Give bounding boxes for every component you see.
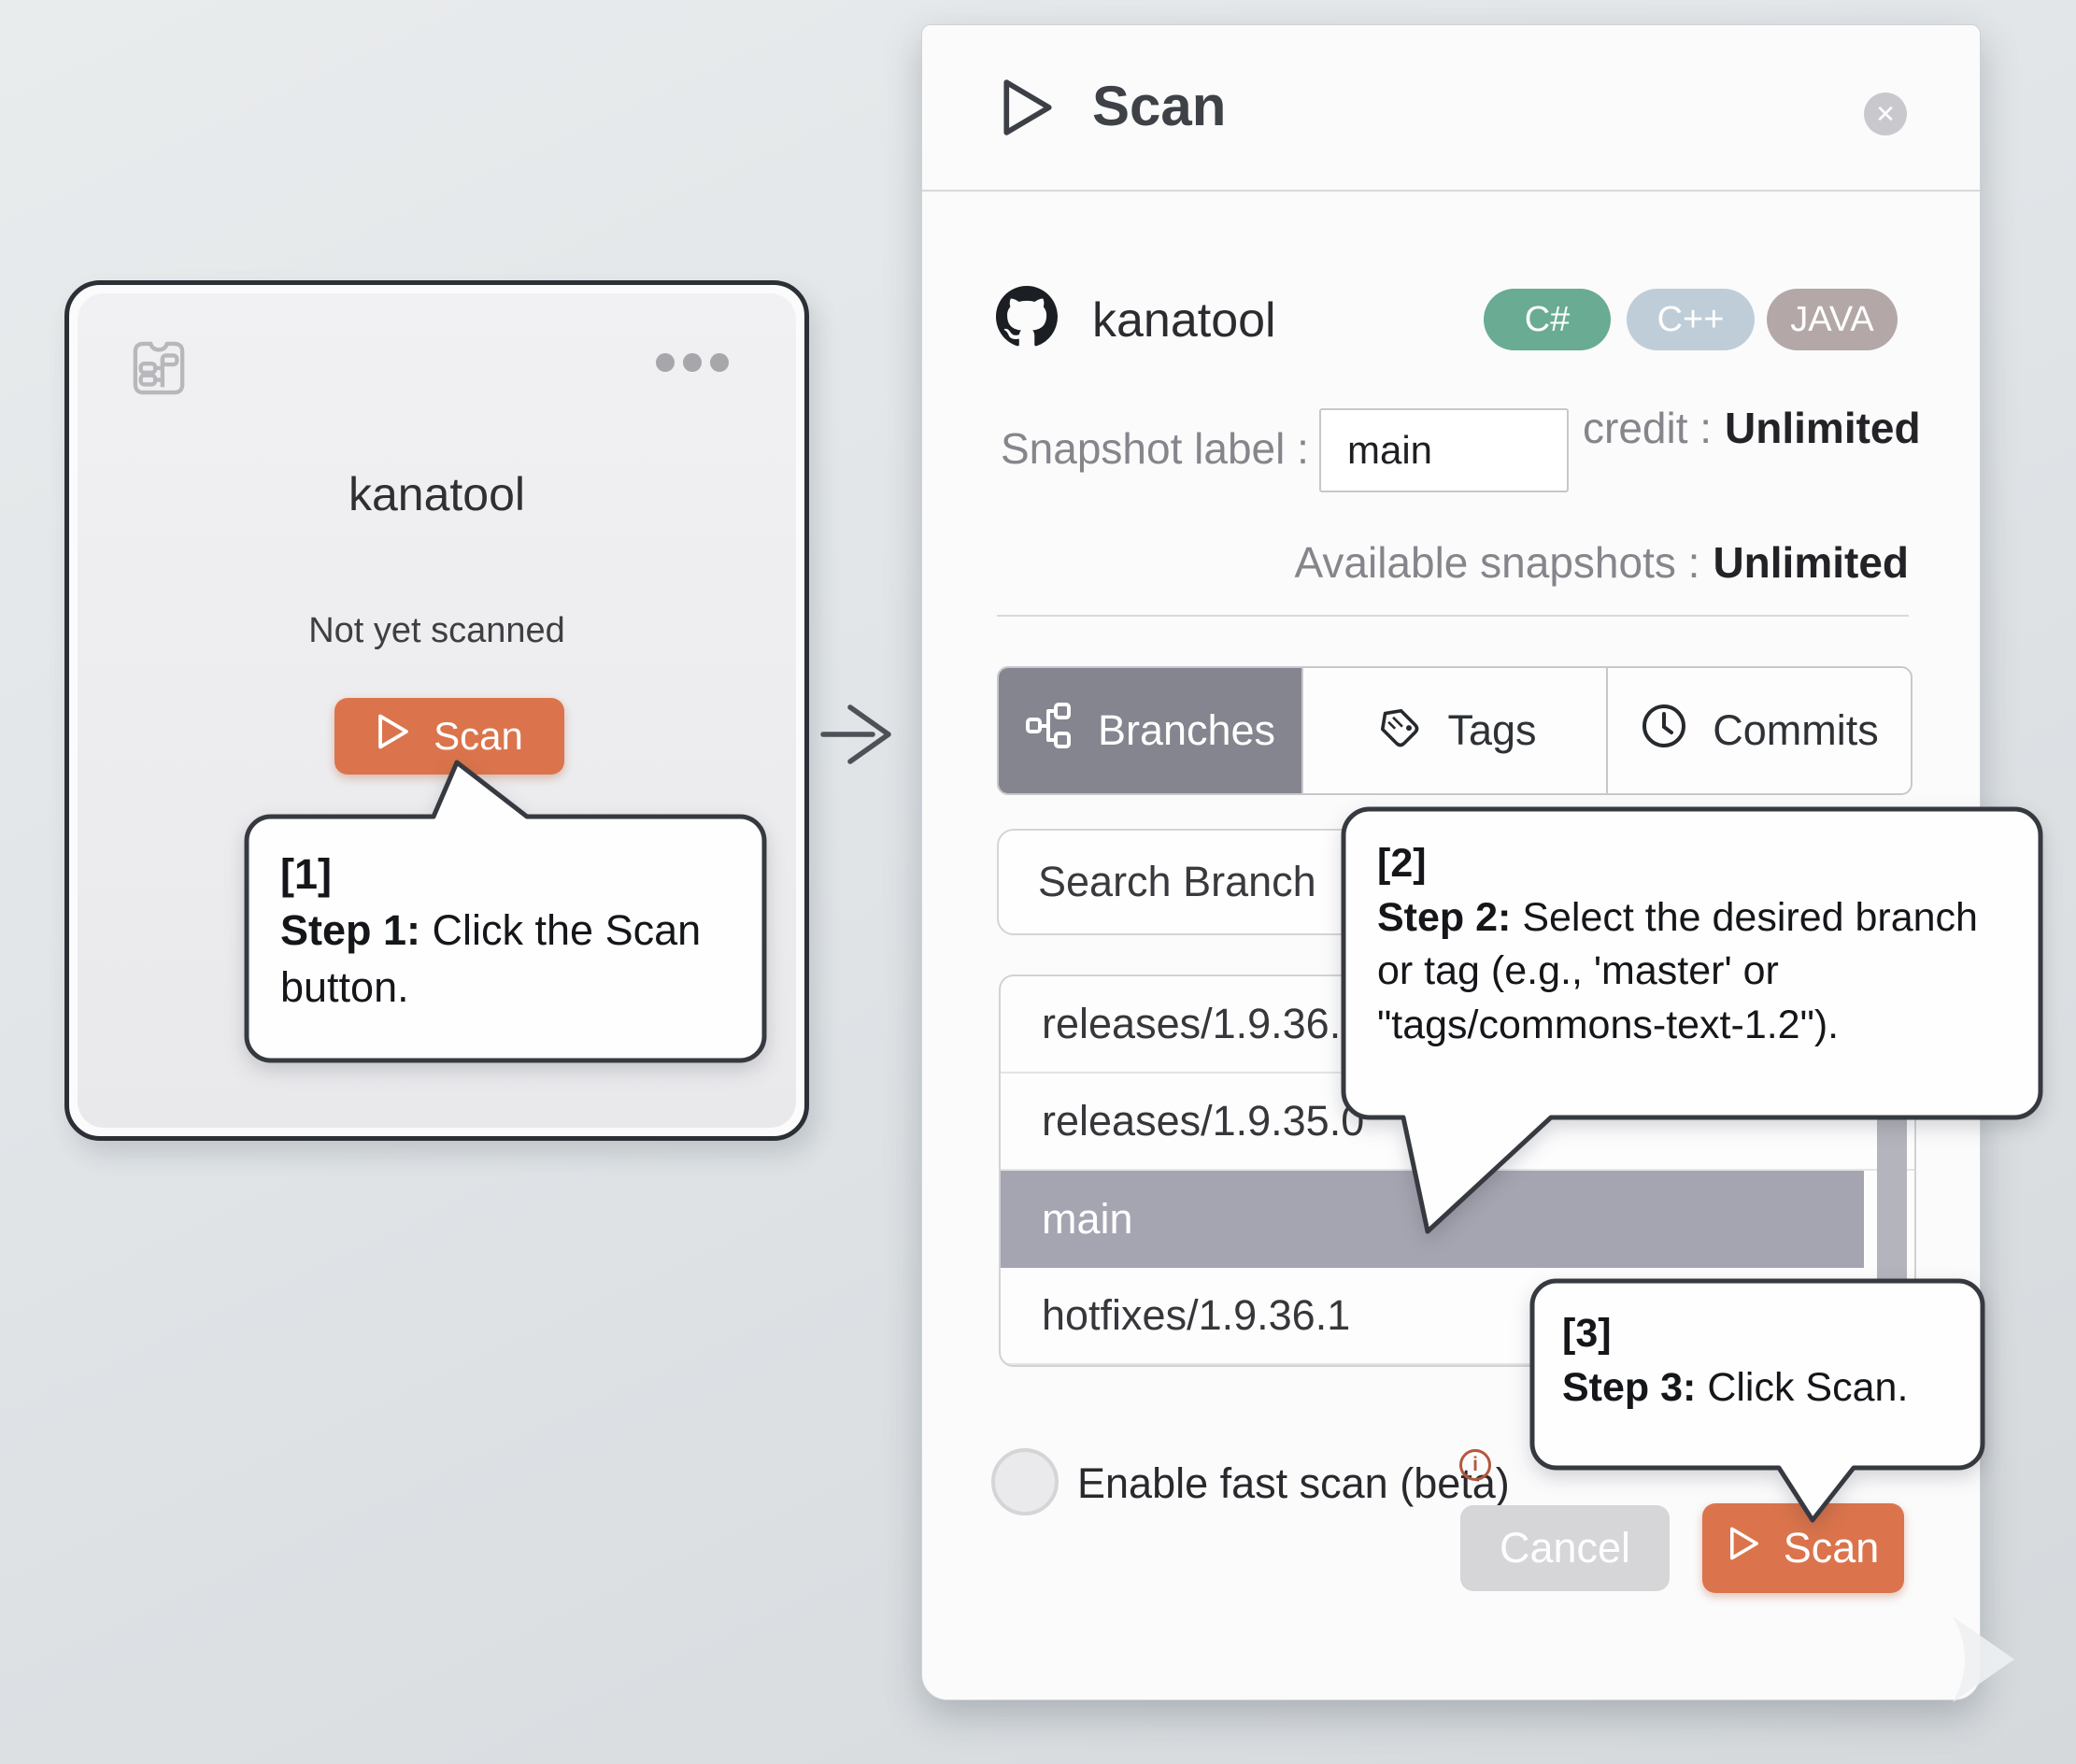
fast-scan-label: Enable fast scan (beta) <box>1077 1459 1510 1508</box>
tab-branches[interactable]: Branches <box>999 668 1303 793</box>
dialog-scan-button-label: Scan <box>1784 1524 1880 1572</box>
play-icon <box>1728 1524 1761 1572</box>
tab-tags[interactable]: Tags <box>1303 668 1608 793</box>
github-icon <box>996 286 1058 352</box>
tooltip-step-3-text: [3]Step 3: Click Scan. <box>1562 1307 1973 1415</box>
tooltip-step-2-text: [2]Step 2: Select the desired branch or … <box>1377 837 2012 1052</box>
tooltip-step-3: [3]Step 3: Click Scan. <box>1527 1275 1994 1528</box>
tooltip-step-1-text: [1]Step 1: Click the Scan button. <box>280 846 752 1016</box>
tooltip-step-number: [1] <box>280 846 752 903</box>
credit-row: credit : Unlimited <box>1583 403 1921 453</box>
credit-value: Unlimited <box>1725 404 1921 452</box>
credit-label: credit : <box>1583 404 1712 452</box>
tab-commits-label: Commits <box>1713 706 1879 755</box>
dialog-repo-name: kanatool <box>1092 292 1276 349</box>
dialog-header: Scan ✕ <box>922 25 1980 192</box>
card-menu-icon[interactable] <box>656 353 729 372</box>
language-badge-cpp: C++ <box>1627 289 1755 350</box>
play-icon <box>376 712 411 761</box>
tab-commits[interactable]: Commits <box>1608 668 1911 793</box>
available-snapshots-value: Unlimited <box>1713 538 1909 587</box>
tab-branches-label: Branches <box>1098 706 1275 755</box>
tooltip-step-2: [2]Step 2: Select the desired branch or … <box>1338 804 2054 1243</box>
close-icon[interactable]: ✕ <box>1864 92 1907 135</box>
tag-icon <box>1372 701 1423 761</box>
available-snapshots-row: Available snapshots : Unlimited <box>1295 537 1909 588</box>
repo-scan-status: Not yet scanned <box>78 611 796 651</box>
snapshot-label: Snapshot label : <box>1001 423 1309 474</box>
ref-type-tabs: Branches Tags Commits <box>997 666 1912 795</box>
section-divider <box>997 615 1909 617</box>
snapshot-label-input[interactable] <box>1319 408 1569 492</box>
language-badge-csharp: C# <box>1484 289 1611 350</box>
flow-right-arrow-icon <box>818 704 893 770</box>
language-badge-java: JAVA <box>1767 289 1898 350</box>
tooltip-step-1: [1]Step 1: Click the Scan button. <box>241 755 770 1065</box>
card-scan-button-label: Scan <box>434 714 523 759</box>
tooltip-step-number: [2] <box>1377 837 2012 891</box>
available-snapshots-label: Available snapshots : <box>1295 538 1700 587</box>
repository-icon <box>132 340 186 401</box>
scan-play-icon <box>999 76 1057 144</box>
tab-tags-label: Tags <box>1447 706 1536 755</box>
page: { "repo_card": { "title": "kanatool", "s… <box>0 0 2076 1764</box>
edge-chevron-icon <box>1949 1615 2020 1709</box>
tooltip-step-number: [3] <box>1562 1307 1973 1361</box>
repo-card-title: kanatool <box>78 467 796 521</box>
branch-icon <box>1025 702 1074 761</box>
clock-icon <box>1640 702 1688 761</box>
dialog-title: Scan <box>1092 74 1226 138</box>
info-icon[interactable]: i <box>1459 1449 1491 1481</box>
fast-scan-toggle[interactable] <box>991 1448 1059 1515</box>
